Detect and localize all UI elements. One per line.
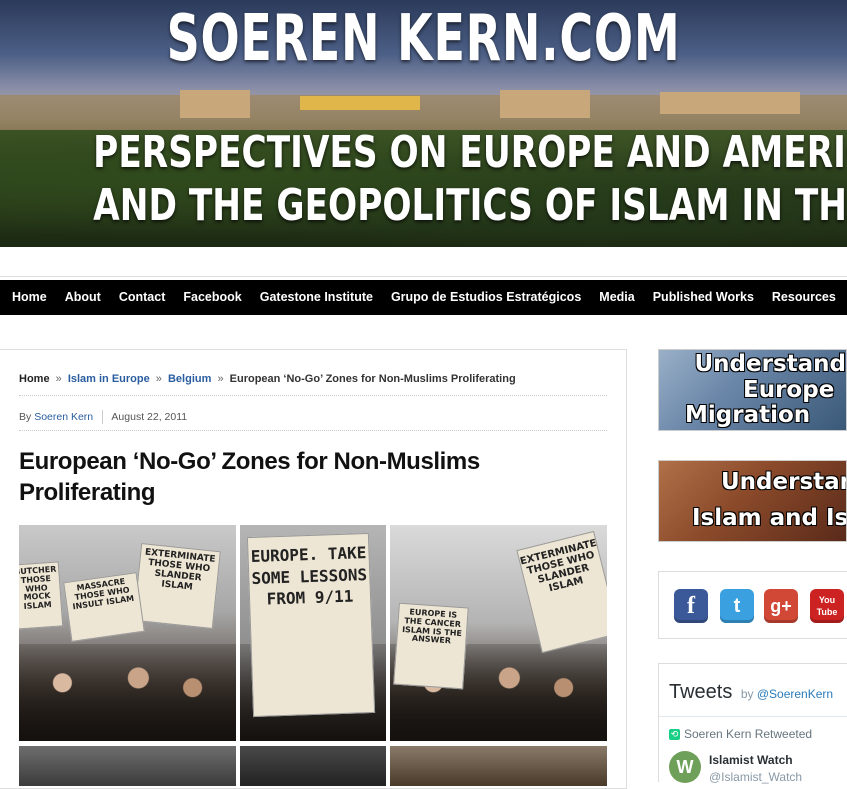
banner-building [500,90,590,118]
protest-sign: EUROPE. TAKE SOME LESSONS FROM 9/11 [246,532,376,718]
protest-sign: EXTERMINATE THOSE WHO SLANDER ISLAM [516,530,607,654]
post-title[interactable]: European ‘No-Go’ Zones for Non-Muslims P… [19,446,579,508]
ad-text: Understand [694,351,847,377]
divider [19,395,607,396]
protest-photo[interactable]: EUROPE. TAKE SOME LESSONS FROM 9/11 [240,525,386,741]
twitter-handle-link[interactable]: @SoerenKern [757,687,833,701]
divider [659,716,847,717]
retweet-notice: ⟲ Soeren Kern Retweeted [669,727,812,741]
protest-sign: BUTCHER THOSE WHO MOCK ISLAM [19,561,64,630]
protest-photo[interactable] [240,746,386,786]
facebook-icon[interactable]: f [674,589,708,623]
protest-photo[interactable]: EXTERMINATE THOSE WHO SLANDER ISLAM MASS… [19,525,236,741]
header-banner[interactable]: SOEREN KERN.COM PERSPECTIVES ON EUROPE A… [0,0,847,247]
protest-photo[interactable]: EXTERMINATE THOSE WHO SLANDER ISLAM EURO… [390,525,607,741]
ad-text: Islam and Isla [692,505,847,531]
breadcrumb-separator: » [155,373,162,385]
article-container: Home » Islam in Europe » Belgium » Europ… [0,349,627,789]
breadcrumb: Home » Islam in Europe » Belgium » Europ… [19,373,516,385]
nav-item-published-works[interactable]: Published Works [643,280,762,315]
breadcrumb-separator: » [55,373,62,385]
meta-divider [102,410,104,424]
protest-sign: EXTERMINATE THOSE WHO SLANDER ISLAM [133,543,221,629]
breadcrumb-current: European ‘No-Go’ Zones for Non-Muslims P… [229,373,516,385]
nav-item-resources[interactable]: Resources [762,280,844,315]
tweets-by: by [740,687,754,701]
nav-item-grupo[interactable]: Grupo de Estudios Estratégicos [381,280,589,315]
nav-item-media[interactable]: Media [589,280,642,315]
post-date: August 22, 2011 [111,410,188,423]
site-tagline-line1: PERSPECTIVES ON EUROPE AND AMERICA [93,127,847,178]
nav-item-home[interactable]: Home [0,280,55,315]
twitter-widget: Tweets by @SoerenKern ⟲ Soeren Kern Retwe… [658,663,847,784]
google-plus-icon[interactable]: g+ [764,589,798,623]
divider [19,430,607,431]
youtube-icon[interactable]: You Tube [810,589,844,623]
banner-building [300,96,420,110]
nav-item-contact[interactable]: Contact [109,280,174,315]
nav-item-facebook[interactable]: Facebook [173,280,249,315]
protest-photo[interactable] [390,746,607,786]
retweet-icon: ⟲ [669,729,680,741]
site-title[interactable]: SOEREN KERN.COM [119,2,729,76]
breadcrumb-islam-in-europe[interactable]: Islam in Europe [68,373,150,385]
protest-sign: MASSACRE THOSE WHO INSULT ISLAM [63,572,145,642]
crowd-image [19,643,236,741]
protest-photo[interactable] [19,746,236,786]
retweet-text: Soeren Kern Retweeted [684,727,813,741]
ad-text: Migration [685,402,811,428]
meta-by: By [19,410,32,423]
main-nav: Home About Contact Facebook Gatestone Instit… [0,280,847,315]
tweets-header: Tweets by @SoerenKern [669,681,833,704]
nav-item-about[interactable]: About [55,280,109,315]
nav-item-gatestone[interactable]: Gatestone Institute [250,280,381,315]
banner-building [660,92,800,114]
ad-text: Europe [743,377,835,403]
banner-building [180,90,250,118]
twitter-icon[interactable]: t [720,589,754,623]
breadcrumb-belgium[interactable]: Belgium [168,373,211,385]
breadcrumb-home[interactable]: Home [19,373,50,385]
avatar[interactable]: W [669,751,701,783]
protest-sign: EUROPE IS THE CANCER ISLAM IS THE ANSWER [393,602,469,690]
tweets-title: Tweets [669,681,733,703]
social-links: f t g+ You Tube [658,571,847,639]
sidebar-banner-europe-migration[interactable]: Understand Europe Migration [658,349,847,431]
nav-divider [0,276,847,277]
sidebar-banner-islam[interactable]: Understand Islam and Isla [658,460,847,542]
ad-text: Understand [721,469,846,495]
tweet-user-name[interactable]: Islamist Watch [709,753,793,767]
site-tagline-line2: AND THE GEOPOLITICS OF ISLAM IN THE WEST [93,180,847,231]
breadcrumb-separator: » [217,373,224,385]
author-link[interactable]: Soeren Kern [34,411,93,423]
post-meta: By Soeren Kern August 22, 2011 [19,410,187,424]
